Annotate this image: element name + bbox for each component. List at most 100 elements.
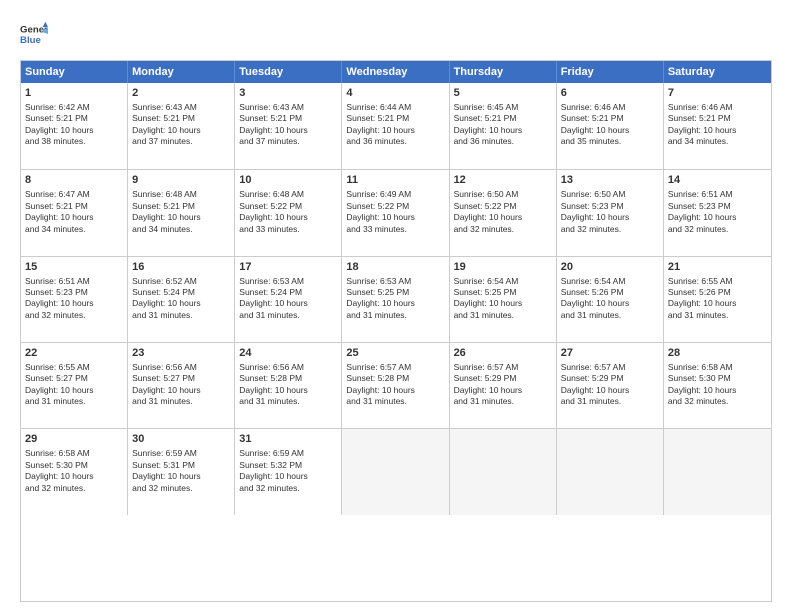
day-cell-14: 14Sunrise: 6:51 AM Sunset: 5:23 PM Dayli… bbox=[664, 170, 771, 255]
day-info: Sunrise: 6:53 AM Sunset: 5:25 PM Dayligh… bbox=[346, 276, 415, 320]
day-info: Sunrise: 6:58 AM Sunset: 5:30 PM Dayligh… bbox=[668, 362, 737, 406]
day-cell-8: 8Sunrise: 6:47 AM Sunset: 5:21 PM Daylig… bbox=[21, 170, 128, 255]
day-info: Sunrise: 6:55 AM Sunset: 5:26 PM Dayligh… bbox=[668, 276, 737, 320]
day-number: 26 bbox=[454, 346, 552, 361]
day-number: 27 bbox=[561, 346, 659, 361]
weekday-header-sunday: Sunday bbox=[21, 61, 128, 83]
empty-cell bbox=[342, 429, 449, 514]
day-info: Sunrise: 6:49 AM Sunset: 5:22 PM Dayligh… bbox=[346, 189, 415, 233]
day-cell-20: 20Sunrise: 6:54 AM Sunset: 5:26 PM Dayli… bbox=[557, 257, 664, 342]
page: General Blue SundayMondayTuesdayWednesda… bbox=[0, 0, 792, 612]
day-info: Sunrise: 6:57 AM Sunset: 5:28 PM Dayligh… bbox=[346, 362, 415, 406]
weekday-header-friday: Friday bbox=[557, 61, 664, 83]
day-number: 12 bbox=[454, 173, 552, 188]
day-cell-30: 30Sunrise: 6:59 AM Sunset: 5:31 PM Dayli… bbox=[128, 429, 235, 514]
day-info: Sunrise: 6:50 AM Sunset: 5:22 PM Dayligh… bbox=[454, 189, 523, 233]
day-info: Sunrise: 6:42 AM Sunset: 5:21 PM Dayligh… bbox=[25, 102, 94, 146]
day-info: Sunrise: 6:45 AM Sunset: 5:21 PM Dayligh… bbox=[454, 102, 523, 146]
day-number: 11 bbox=[346, 173, 444, 188]
calendar-body: 1Sunrise: 6:42 AM Sunset: 5:21 PM Daylig… bbox=[21, 83, 771, 601]
day-info: Sunrise: 6:54 AM Sunset: 5:26 PM Dayligh… bbox=[561, 276, 630, 320]
calendar-row-4: 22Sunrise: 6:55 AM Sunset: 5:27 PM Dayli… bbox=[21, 342, 771, 428]
empty-cell bbox=[557, 429, 664, 514]
day-cell-6: 6Sunrise: 6:46 AM Sunset: 5:21 PM Daylig… bbox=[557, 83, 664, 169]
day-info: Sunrise: 6:56 AM Sunset: 5:27 PM Dayligh… bbox=[132, 362, 201, 406]
day-number: 20 bbox=[561, 260, 659, 275]
day-info: Sunrise: 6:52 AM Sunset: 5:24 PM Dayligh… bbox=[132, 276, 201, 320]
weekday-header-saturday: Saturday bbox=[664, 61, 771, 83]
day-cell-23: 23Sunrise: 6:56 AM Sunset: 5:27 PM Dayli… bbox=[128, 343, 235, 428]
day-number: 5 bbox=[454, 86, 552, 101]
day-cell-4: 4Sunrise: 6:44 AM Sunset: 5:21 PM Daylig… bbox=[342, 83, 449, 169]
day-cell-26: 26Sunrise: 6:57 AM Sunset: 5:29 PM Dayli… bbox=[450, 343, 557, 428]
day-number: 22 bbox=[25, 346, 123, 361]
day-info: Sunrise: 6:57 AM Sunset: 5:29 PM Dayligh… bbox=[454, 362, 523, 406]
day-info: Sunrise: 6:48 AM Sunset: 5:22 PM Dayligh… bbox=[239, 189, 308, 233]
day-number: 2 bbox=[132, 86, 230, 101]
day-number: 7 bbox=[668, 86, 767, 101]
day-info: Sunrise: 6:47 AM Sunset: 5:21 PM Dayligh… bbox=[25, 189, 94, 233]
day-info: Sunrise: 6:48 AM Sunset: 5:21 PM Dayligh… bbox=[132, 189, 201, 233]
day-number: 6 bbox=[561, 86, 659, 101]
day-number: 29 bbox=[25, 432, 123, 447]
day-number: 9 bbox=[132, 173, 230, 188]
calendar-header: SundayMondayTuesdayWednesdayThursdayFrid… bbox=[21, 61, 771, 83]
day-number: 21 bbox=[668, 260, 767, 275]
day-info: Sunrise: 6:59 AM Sunset: 5:31 PM Dayligh… bbox=[132, 448, 201, 492]
day-cell-2: 2Sunrise: 6:43 AM Sunset: 5:21 PM Daylig… bbox=[128, 83, 235, 169]
day-number: 28 bbox=[668, 346, 767, 361]
day-number: 13 bbox=[561, 173, 659, 188]
day-number: 31 bbox=[239, 432, 337, 447]
day-cell-12: 12Sunrise: 6:50 AM Sunset: 5:22 PM Dayli… bbox=[450, 170, 557, 255]
weekday-header-wednesday: Wednesday bbox=[342, 61, 449, 83]
day-number: 23 bbox=[132, 346, 230, 361]
day-info: Sunrise: 6:55 AM Sunset: 5:27 PM Dayligh… bbox=[25, 362, 94, 406]
weekday-header-monday: Monday bbox=[128, 61, 235, 83]
day-info: Sunrise: 6:59 AM Sunset: 5:32 PM Dayligh… bbox=[239, 448, 308, 492]
day-number: 30 bbox=[132, 432, 230, 447]
svg-text:Blue: Blue bbox=[20, 35, 41, 46]
day-cell-29: 29Sunrise: 6:58 AM Sunset: 5:30 PM Dayli… bbox=[21, 429, 128, 514]
day-info: Sunrise: 6:43 AM Sunset: 5:21 PM Dayligh… bbox=[239, 102, 308, 146]
day-cell-18: 18Sunrise: 6:53 AM Sunset: 5:25 PM Dayli… bbox=[342, 257, 449, 342]
calendar-row-3: 15Sunrise: 6:51 AM Sunset: 5:23 PM Dayli… bbox=[21, 256, 771, 342]
day-info: Sunrise: 6:56 AM Sunset: 5:28 PM Dayligh… bbox=[239, 362, 308, 406]
day-info: Sunrise: 6:43 AM Sunset: 5:21 PM Dayligh… bbox=[132, 102, 201, 146]
day-number: 18 bbox=[346, 260, 444, 275]
day-cell-21: 21Sunrise: 6:55 AM Sunset: 5:26 PM Dayli… bbox=[664, 257, 771, 342]
day-cell-5: 5Sunrise: 6:45 AM Sunset: 5:21 PM Daylig… bbox=[450, 83, 557, 169]
calendar-row-2: 8Sunrise: 6:47 AM Sunset: 5:21 PM Daylig… bbox=[21, 169, 771, 255]
day-number: 19 bbox=[454, 260, 552, 275]
day-cell-31: 31Sunrise: 6:59 AM Sunset: 5:32 PM Dayli… bbox=[235, 429, 342, 514]
day-number: 3 bbox=[239, 86, 337, 101]
day-info: Sunrise: 6:57 AM Sunset: 5:29 PM Dayligh… bbox=[561, 362, 630, 406]
day-cell-15: 15Sunrise: 6:51 AM Sunset: 5:23 PM Dayli… bbox=[21, 257, 128, 342]
day-number: 24 bbox=[239, 346, 337, 361]
weekday-header-thursday: Thursday bbox=[450, 61, 557, 83]
day-info: Sunrise: 6:46 AM Sunset: 5:21 PM Dayligh… bbox=[561, 102, 630, 146]
day-cell-19: 19Sunrise: 6:54 AM Sunset: 5:25 PM Dayli… bbox=[450, 257, 557, 342]
logo: General Blue bbox=[20, 20, 48, 48]
day-cell-7: 7Sunrise: 6:46 AM Sunset: 5:21 PM Daylig… bbox=[664, 83, 771, 169]
header: General Blue bbox=[20, 20, 772, 48]
day-info: Sunrise: 6:50 AM Sunset: 5:23 PM Dayligh… bbox=[561, 189, 630, 233]
day-number: 15 bbox=[25, 260, 123, 275]
calendar-row-1: 1Sunrise: 6:42 AM Sunset: 5:21 PM Daylig… bbox=[21, 83, 771, 169]
day-number: 10 bbox=[239, 173, 337, 188]
day-cell-10: 10Sunrise: 6:48 AM Sunset: 5:22 PM Dayli… bbox=[235, 170, 342, 255]
day-info: Sunrise: 6:51 AM Sunset: 5:23 PM Dayligh… bbox=[668, 189, 737, 233]
day-number: 1 bbox=[25, 86, 123, 101]
day-cell-17: 17Sunrise: 6:53 AM Sunset: 5:24 PM Dayli… bbox=[235, 257, 342, 342]
day-cell-27: 27Sunrise: 6:57 AM Sunset: 5:29 PM Dayli… bbox=[557, 343, 664, 428]
general-blue-logo-icon: General Blue bbox=[20, 20, 48, 48]
day-number: 17 bbox=[239, 260, 337, 275]
day-cell-11: 11Sunrise: 6:49 AM Sunset: 5:22 PM Dayli… bbox=[342, 170, 449, 255]
day-cell-13: 13Sunrise: 6:50 AM Sunset: 5:23 PM Dayli… bbox=[557, 170, 664, 255]
day-info: Sunrise: 6:53 AM Sunset: 5:24 PM Dayligh… bbox=[239, 276, 308, 320]
day-number: 25 bbox=[346, 346, 444, 361]
day-info: Sunrise: 6:46 AM Sunset: 5:21 PM Dayligh… bbox=[668, 102, 737, 146]
day-number: 4 bbox=[346, 86, 444, 101]
calendar-row-5: 29Sunrise: 6:58 AM Sunset: 5:30 PM Dayli… bbox=[21, 428, 771, 514]
day-cell-25: 25Sunrise: 6:57 AM Sunset: 5:28 PM Dayli… bbox=[342, 343, 449, 428]
day-info: Sunrise: 6:54 AM Sunset: 5:25 PM Dayligh… bbox=[454, 276, 523, 320]
